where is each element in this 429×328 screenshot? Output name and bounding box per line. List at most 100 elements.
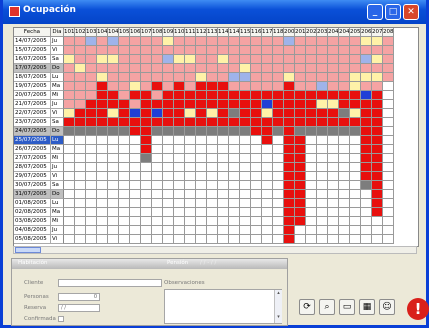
occupancy-cell[interactable] bbox=[317, 100, 328, 109]
occupancy-cell[interactable] bbox=[152, 208, 163, 217]
room-header[interactable]: 101 bbox=[64, 28, 75, 37]
occupancy-cell[interactable] bbox=[130, 46, 141, 55]
occupancy-cell[interactable] bbox=[306, 73, 317, 82]
occupancy-cell[interactable] bbox=[372, 55, 383, 64]
occupancy-cell[interactable] bbox=[383, 145, 394, 154]
occupancy-cell[interactable] bbox=[251, 163, 262, 172]
occupancy-cell[interactable] bbox=[317, 208, 328, 217]
occupancy-cell[interactable] bbox=[350, 163, 361, 172]
occupancy-cell[interactable] bbox=[108, 235, 119, 244]
occupancy-cell[interactable] bbox=[295, 235, 306, 244]
occupancy-cell[interactable] bbox=[119, 154, 130, 163]
occupancy-cell[interactable] bbox=[295, 163, 306, 172]
occupancy-cell[interactable] bbox=[251, 190, 262, 199]
occupancy-cell[interactable] bbox=[339, 235, 350, 244]
occupancy-cell[interactable] bbox=[295, 190, 306, 199]
occupancy-cell[interactable] bbox=[218, 172, 229, 181]
occupancy-cell[interactable] bbox=[185, 127, 196, 136]
occupancy-cell[interactable] bbox=[350, 109, 361, 118]
occupancy-cell[interactable] bbox=[163, 46, 174, 55]
occupancy-cell[interactable] bbox=[361, 181, 372, 190]
occupancy-cell[interactable] bbox=[163, 109, 174, 118]
observaciones-textarea[interactable] bbox=[164, 289, 282, 324]
row-date[interactable]: 01/08/2005 bbox=[14, 199, 51, 208]
occupancy-cell[interactable] bbox=[75, 109, 86, 118]
row-date[interactable]: 29/07/2005 bbox=[14, 172, 51, 181]
occupancy-cell[interactable] bbox=[240, 163, 251, 172]
occupancy-cell[interactable] bbox=[75, 91, 86, 100]
occupancy-cell[interactable] bbox=[229, 163, 240, 172]
occupancy-cell[interactable] bbox=[262, 154, 273, 163]
row-date[interactable]: 19/07/2005 bbox=[14, 82, 51, 91]
refresh-icon[interactable]: ⟳ bbox=[299, 299, 315, 315]
occupancy-cell[interactable] bbox=[174, 127, 185, 136]
occupancy-cell[interactable] bbox=[251, 109, 262, 118]
occupancy-cell[interactable] bbox=[240, 217, 251, 226]
occupancy-cell[interactable] bbox=[306, 226, 317, 235]
occupancy-cell[interactable] bbox=[251, 73, 262, 82]
occupancy-cell[interactable] bbox=[218, 118, 229, 127]
occupancy-cell[interactable] bbox=[163, 217, 174, 226]
occupancy-cell[interactable] bbox=[229, 190, 240, 199]
occupancy-cell[interactable] bbox=[75, 82, 86, 91]
row-date[interactable]: 28/07/2005 bbox=[14, 163, 51, 172]
occupancy-cell[interactable] bbox=[141, 82, 152, 91]
occupancy-cell[interactable] bbox=[317, 190, 328, 199]
occupancy-cell[interactable] bbox=[108, 226, 119, 235]
occupancy-cell[interactable] bbox=[383, 136, 394, 145]
occupancy-cell[interactable] bbox=[174, 145, 185, 154]
occupancy-cell[interactable] bbox=[141, 100, 152, 109]
occupancy-cell[interactable] bbox=[185, 208, 196, 217]
occupancy-cell[interactable] bbox=[317, 82, 328, 91]
occupancy-cell[interactable] bbox=[262, 46, 273, 55]
occupancy-cell[interactable] bbox=[163, 208, 174, 217]
occupancy-cell[interactable] bbox=[339, 109, 350, 118]
occupancy-cell[interactable] bbox=[174, 208, 185, 217]
occupancy-cell[interactable] bbox=[317, 172, 328, 181]
occupancy-cell[interactable] bbox=[229, 172, 240, 181]
occupancy-cell[interactable] bbox=[97, 163, 108, 172]
occupancy-cell[interactable] bbox=[218, 37, 229, 46]
occupancy-cell[interactable] bbox=[130, 100, 141, 109]
occupancy-cell[interactable] bbox=[361, 37, 372, 46]
occupancy-cell[interactable] bbox=[251, 91, 262, 100]
occupancy-cell[interactable] bbox=[97, 172, 108, 181]
occupancy-cell[interactable] bbox=[295, 64, 306, 73]
occupancy-cell[interactable] bbox=[86, 154, 97, 163]
occupancy-cell[interactable] bbox=[372, 181, 383, 190]
occupancy-cell[interactable] bbox=[240, 91, 251, 100]
occupancy-cell[interactable] bbox=[152, 64, 163, 73]
occupancy-cell[interactable] bbox=[64, 235, 75, 244]
occupancy-cell[interactable] bbox=[64, 217, 75, 226]
occupancy-cell[interactable] bbox=[372, 73, 383, 82]
occupancy-cell[interactable] bbox=[383, 100, 394, 109]
occupancy-cell[interactable] bbox=[251, 154, 262, 163]
occupancy-cell[interactable] bbox=[75, 127, 86, 136]
occupancy-cell[interactable] bbox=[328, 145, 339, 154]
occupancy-cell[interactable] bbox=[64, 145, 75, 154]
occupancy-cell[interactable] bbox=[328, 136, 339, 145]
occupancy-cell[interactable] bbox=[64, 82, 75, 91]
occupancy-cell[interactable] bbox=[273, 172, 284, 181]
occupancy-cell[interactable] bbox=[240, 100, 251, 109]
occupancy-cell[interactable] bbox=[141, 199, 152, 208]
occupancy-cell[interactable] bbox=[306, 163, 317, 172]
occupancy-cell[interactable] bbox=[350, 100, 361, 109]
occupancy-cell[interactable] bbox=[97, 181, 108, 190]
occupancy-cell[interactable] bbox=[328, 163, 339, 172]
occupancy-cell[interactable] bbox=[108, 208, 119, 217]
occupancy-cell[interactable] bbox=[174, 82, 185, 91]
occupancy-cell[interactable] bbox=[207, 64, 218, 73]
occupancy-cell[interactable] bbox=[130, 172, 141, 181]
room-header[interactable]: 107 bbox=[141, 28, 152, 37]
occupancy-cell[interactable] bbox=[240, 37, 251, 46]
occupancy-cell[interactable] bbox=[108, 127, 119, 136]
occupancy-cell[interactable] bbox=[152, 217, 163, 226]
occupancy-cell[interactable] bbox=[306, 82, 317, 91]
occupancy-cell[interactable] bbox=[240, 55, 251, 64]
occupancy-cell[interactable] bbox=[207, 235, 218, 244]
occupancy-cell[interactable] bbox=[295, 226, 306, 235]
occupancy-cell[interactable] bbox=[251, 172, 262, 181]
occupancy-cell[interactable] bbox=[207, 226, 218, 235]
occupancy-cell[interactable] bbox=[207, 217, 218, 226]
